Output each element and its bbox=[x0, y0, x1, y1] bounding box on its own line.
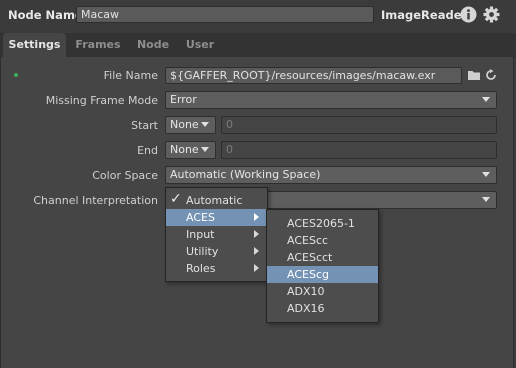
folder-icon[interactable] bbox=[468, 69, 481, 81]
color-space-select[interactable]: Automatic (Working Space) bbox=[165, 166, 497, 184]
chevron-right-icon bbox=[254, 264, 259, 272]
chevron-right-icon bbox=[254, 247, 259, 255]
missing-frame-mode-select[interactable]: Error bbox=[165, 91, 497, 109]
menu-item-aces[interactable]: ACES bbox=[166, 209, 267, 226]
submenu-item-acescct[interactable]: ACEScct bbox=[267, 249, 378, 266]
end-mode-value: None bbox=[170, 143, 199, 156]
chevron-down-icon bbox=[482, 172, 490, 177]
menu-item-label: Roles bbox=[186, 262, 216, 275]
missing-frame-mode-value: Error bbox=[170, 93, 197, 106]
tab-user[interactable]: User bbox=[180, 33, 220, 57]
start-frame-field[interactable]: 0 bbox=[221, 116, 497, 134]
chevron-down-icon bbox=[482, 97, 490, 102]
menu-item-utility[interactable]: Utility bbox=[166, 243, 267, 260]
tab-settings[interactable]: Settings bbox=[3, 33, 66, 57]
node-name-field[interactable]: Macaw bbox=[76, 6, 374, 23]
file-name-label: File Name bbox=[103, 69, 158, 82]
info-icon[interactable] bbox=[460, 6, 477, 23]
submenu-item-label: ACEScct bbox=[287, 251, 333, 264]
submenu-item-label: ACES2065-1 bbox=[287, 217, 355, 230]
checkmark-icon: ✓ bbox=[170, 191, 182, 207]
chevron-down-icon bbox=[201, 147, 209, 152]
start-label: Start bbox=[131, 119, 158, 132]
submenu-item-acescc[interactable]: ACEScc bbox=[267, 232, 378, 249]
channel-interpretation-label: Channel Interpretation bbox=[33, 194, 158, 207]
node-name-label: Node Name bbox=[8, 8, 83, 22]
gear-icon[interactable] bbox=[483, 6, 500, 23]
color-space-value: Automatic (Working Space) bbox=[170, 168, 321, 181]
tab-frames[interactable]: Frames bbox=[70, 33, 126, 57]
submenu-item-aces2065-1[interactable]: ACES2065-1 bbox=[267, 215, 378, 232]
node-type-label: ImageReader bbox=[381, 8, 468, 22]
node-header: Node Name Macaw ImageReader bbox=[0, 0, 516, 31]
menu-item-label: Utility bbox=[186, 245, 219, 258]
submenu-item-label: ADX10 bbox=[287, 285, 325, 298]
file-name-field[interactable]: ${GAFFER_ROOT}/resources/images/macaw.ex… bbox=[165, 67, 462, 84]
end-frame-field[interactable]: 0 bbox=[221, 141, 497, 159]
submenu-item-adx10[interactable]: ADX10 bbox=[267, 283, 378, 300]
color-space-menu: ✓ Automatic ACES Input Utility Roles bbox=[165, 187, 268, 282]
tab-node[interactable]: Node bbox=[130, 33, 176, 57]
start-mode-value: None bbox=[170, 118, 199, 131]
missing-frame-mode-label: Missing Frame Mode bbox=[45, 94, 158, 107]
start-mode-select[interactable]: None bbox=[165, 116, 216, 134]
color-space-label: Color Space bbox=[92, 169, 158, 182]
menu-item-input[interactable]: Input bbox=[166, 226, 267, 243]
chevron-down-icon bbox=[482, 197, 490, 202]
submenu-item-adx16[interactable]: ADX16 bbox=[267, 300, 378, 317]
menu-item-label: Input bbox=[186, 228, 215, 241]
menu-item-label: Automatic bbox=[186, 194, 243, 207]
submenu-item-label: ADX16 bbox=[287, 302, 325, 315]
menu-item-label: ACES bbox=[186, 211, 215, 224]
chevron-right-icon bbox=[254, 213, 259, 221]
aces-submenu: ACES2065-1 ACEScc ACEScct ACEScg ADX10 A… bbox=[266, 209, 379, 323]
submenu-item-label: ACEScg bbox=[287, 268, 329, 281]
chevron-down-icon bbox=[201, 122, 209, 127]
tab-bar: Settings Frames Node User bbox=[0, 33, 516, 57]
menu-item-roles[interactable]: Roles bbox=[166, 260, 267, 277]
end-label: End bbox=[137, 144, 158, 157]
refresh-icon[interactable] bbox=[485, 69, 497, 81]
submenu-item-label: ACEScc bbox=[287, 234, 329, 247]
menu-item-automatic[interactable]: ✓ Automatic bbox=[166, 191, 267, 209]
chevron-right-icon bbox=[254, 230, 259, 238]
submenu-item-acescg[interactable]: ACEScg bbox=[267, 266, 378, 283]
end-mode-select[interactable]: None bbox=[165, 141, 216, 159]
